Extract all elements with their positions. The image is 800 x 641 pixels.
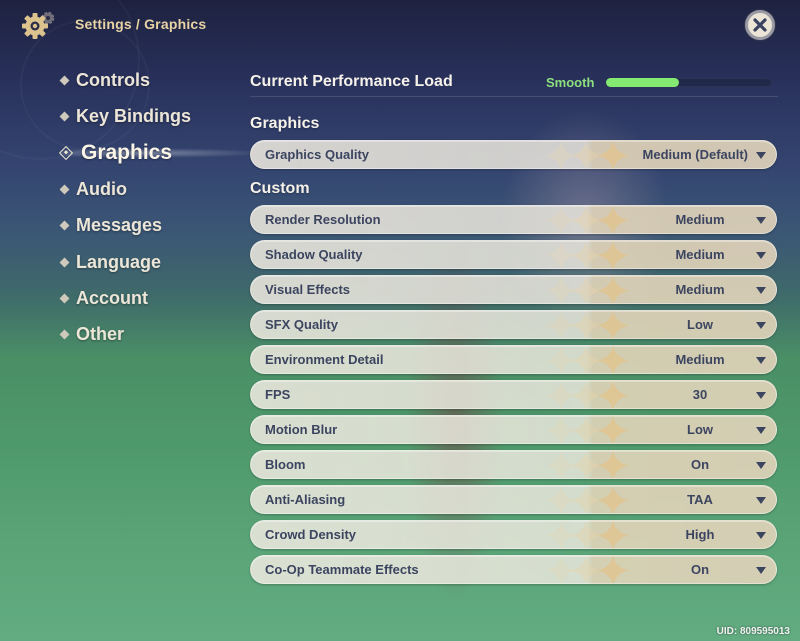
setting-motion-blur[interactable]: Motion Blur Low — [250, 415, 777, 444]
diamond-selected-icon — [58, 145, 74, 161]
star-ornament-icon — [546, 311, 629, 338]
setting-shadow-quality[interactable]: Shadow Quality Medium — [250, 240, 777, 269]
divider — [250, 96, 778, 97]
caret-down-icon — [756, 357, 766, 364]
performance-load-bar — [606, 78, 772, 87]
setting-value: On — [690, 562, 710, 577]
star-ornament-icon — [546, 346, 629, 373]
section-title-graphics: Graphics — [250, 115, 320, 132]
section-title-custom: Custom — [250, 180, 310, 197]
setting-bloom[interactable]: Bloom On — [250, 450, 777, 479]
setting-label: Co-Op Teammate Effects — [265, 562, 419, 577]
sidebar-item-label: Controls — [76, 69, 150, 90]
setting-label: Motion Blur — [265, 422, 338, 437]
caret-down-icon — [756, 497, 766, 504]
gear-icon — [22, 11, 55, 39]
performance-status: Smooth — [546, 75, 595, 90]
setting-crowd-density[interactable]: Crowd Density High — [250, 520, 777, 549]
setting-label: Graphics Quality — [265, 147, 370, 162]
star-ornament-icon — [546, 521, 629, 548]
caret-down-icon — [756, 532, 766, 539]
setting-value: Medium — [675, 282, 725, 297]
sidebar-item-account[interactable]: Account — [59, 284, 148, 312]
sidebar-item-other[interactable]: Other — [59, 320, 125, 348]
star-ornament-icon — [546, 276, 629, 303]
setting-fps[interactable]: FPS 30 — [250, 380, 777, 409]
sidebar-item-label: Key Bindings — [76, 105, 192, 126]
setting-label: SFX Quality — [265, 317, 338, 332]
header: Settings / Graphics — [0, 0, 800, 50]
sidebar-item-messages[interactable]: Messages — [59, 211, 163, 239]
sidebar-item-label: Audio — [76, 178, 127, 199]
star-ornament-icon — [546, 556, 629, 583]
setting-value: Low — [687, 422, 713, 437]
setting-label: Crowd Density — [265, 527, 357, 542]
star-ornament-icon — [546, 451, 629, 478]
setting-label: Environment Detail — [265, 352, 384, 367]
sidebar-item-language[interactable]: Language — [59, 248, 162, 276]
diamond-bullet-icon — [59, 220, 70, 230]
caret-down-icon — [756, 217, 766, 224]
setting-value: High — [685, 527, 715, 542]
setting-visual-effects[interactable]: Visual Effects Medium — [250, 275, 777, 304]
setting-label: Render Resolution — [265, 212, 381, 227]
sidebar-item-label: Graphics — [81, 141, 173, 164]
setting-label: Anti-Aliasing — [265, 492, 346, 507]
caret-down-icon — [756, 462, 766, 469]
sidebar-item-label: Account — [76, 287, 148, 308]
diamond-bullet-icon — [59, 329, 70, 339]
setting-label: Bloom — [265, 457, 306, 472]
uid-label: UID: 809595013 — [716, 626, 790, 637]
diamond-bullet-icon — [59, 257, 70, 267]
performance-load-label: Current Performance Load — [250, 73, 453, 90]
setting-graphics-quality[interactable]: Graphics Quality Medium (Default) — [250, 140, 777, 169]
sidebar-item-label: Messages — [76, 214, 163, 235]
caret-down-icon — [756, 567, 766, 574]
diamond-bullet-icon — [59, 293, 70, 303]
setting-value: On — [690, 457, 710, 472]
setting-environment-detail[interactable]: Environment Detail Medium — [250, 345, 777, 374]
star-ornament-icon — [546, 381, 629, 408]
diamond-bullet-icon — [59, 111, 70, 121]
setting-label: Shadow Quality — [265, 247, 363, 262]
caret-down-icon — [756, 152, 766, 159]
caret-down-icon — [756, 427, 766, 434]
setting-value: Medium — [675, 352, 725, 367]
caret-down-icon — [756, 322, 766, 329]
close-button[interactable] — [745, 10, 775, 40]
close-icon — [753, 18, 767, 32]
setting-label: Visual Effects — [265, 282, 351, 297]
setting-label: FPS — [265, 387, 291, 402]
setting-value: Medium — [675, 247, 725, 262]
breadcrumb: Settings / Graphics — [75, 16, 207, 32]
star-ornament-icon — [546, 241, 629, 268]
performance-load-fill — [606, 78, 680, 87]
star-ornament-icon — [546, 206, 629, 233]
setting-render-resolution[interactable]: Render Resolution Medium — [250, 205, 777, 234]
star-ornament-icon — [546, 141, 629, 168]
sidebar-item-controls[interactable]: Controls — [59, 66, 150, 94]
sidebar-item-label: Language — [76, 251, 162, 272]
star-ornament-icon — [546, 486, 629, 513]
sidebar-item-key-bindings[interactable]: Key Bindings — [59, 102, 192, 130]
setting-value: Low — [687, 317, 713, 332]
diamond-bullet-icon — [59, 75, 70, 85]
setting-value: Medium — [675, 212, 725, 227]
caret-down-icon — [756, 392, 766, 399]
setting-sfx-quality[interactable]: SFX Quality Low — [250, 310, 777, 339]
setting-value: TAA — [687, 492, 713, 507]
performance-load-row: Current Performance Load Smooth — [250, 70, 778, 96]
caret-down-icon — [756, 287, 766, 294]
setting-co-op-teammate-effects[interactable]: Co-Op Teammate Effects On — [250, 555, 777, 584]
setting-value: Medium (Default) — [642, 147, 748, 162]
sidebar-item-audio[interactable]: Audio — [59, 175, 127, 203]
setting-value: 30 — [692, 387, 708, 402]
caret-down-icon — [756, 252, 766, 259]
diamond-bullet-icon — [59, 184, 70, 194]
sidebar-item-label: Other — [76, 323, 125, 344]
star-ornament-icon — [546, 416, 629, 443]
sidebar-item-graphics[interactable]: Graphics — [58, 139, 173, 167]
setting-anti-aliasing[interactable]: Anti-Aliasing TAA — [250, 485, 777, 514]
